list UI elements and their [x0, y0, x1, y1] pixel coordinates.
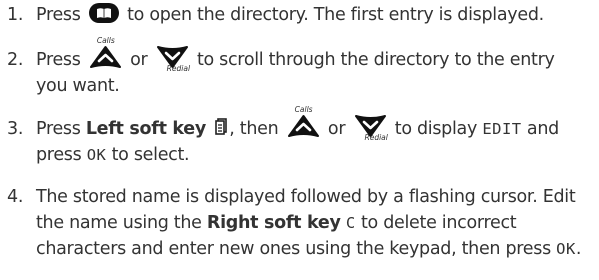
- step-text: to select.: [111, 145, 190, 165]
- step-3: 3. Press Left soft key , then Calls or Re…: [7, 106, 597, 168]
- directory-book-icon: [88, 3, 119, 23]
- step-1: 1. Press to open the directory. The first…: [7, 2, 597, 28]
- step-text-continued: press OK to select.: [7, 142, 597, 168]
- calls-up-key-icon: Calls: [89, 37, 121, 69]
- right-soft-key-name: Right soft key: [206, 213, 341, 233]
- step-text: or: [327, 119, 346, 139]
- step-text-continued: the name using the Right soft key C to d…: [7, 210, 597, 236]
- step-text: Press: [36, 50, 81, 70]
- step-text: to scroll through the directory to the e…: [196, 50, 555, 70]
- step-text: characters and enter new ones using the …: [36, 239, 551, 259]
- step-number: 1.: [7, 5, 24, 25]
- step-text: , then: [229, 119, 279, 139]
- step-number: 4.: [7, 187, 24, 207]
- step-text-continued: characters and enter new ones using the …: [7, 236, 597, 262]
- lcd-text-ok: OK: [86, 146, 107, 164]
- step-text: The stored name is displayed followed by…: [36, 187, 576, 207]
- step-text: the name using the: [36, 213, 202, 233]
- step-text: and: [526, 119, 559, 139]
- step-text: press: [36, 145, 82, 165]
- lcd-text-edit: EDIT: [482, 120, 522, 138]
- step-text: to delete incorrect: [360, 213, 517, 233]
- step-text-continued: you want.: [36, 76, 120, 96]
- step-text: or: [130, 50, 148, 70]
- step-text: .: [575, 239, 582, 259]
- lcd-text-ok: OK: [556, 240, 576, 258]
- left-soft-key-icon: [215, 118, 228, 136]
- redial-label: Redial: [166, 64, 191, 73]
- left-soft-key-name: Left soft key: [85, 119, 206, 139]
- step-text: to open the directory. The first entry i…: [127, 5, 544, 25]
- lcd-text-clear: C: [345, 214, 356, 232]
- step-4: 4. The stored name is displayed followed …: [7, 184, 597, 262]
- calls-label: Calls: [96, 36, 115, 45]
- redial-label: Redial: [364, 133, 388, 142]
- calls-up-key-icon: Calls: [287, 106, 319, 138]
- step-text: Press: [36, 5, 81, 25]
- step-text: Press: [36, 119, 81, 139]
- calls-label: Calls: [294, 105, 313, 114]
- step-number: 3.: [7, 119, 24, 139]
- step-2: 2. Press Calls or Redial to scroll throug…: [7, 37, 597, 99]
- redial-down-key-icon: Redial: [156, 45, 190, 73]
- step-number: 2.: [7, 50, 24, 70]
- redial-down-key-icon: Redial: [354, 114, 388, 142]
- step-text: to display: [394, 119, 478, 139]
